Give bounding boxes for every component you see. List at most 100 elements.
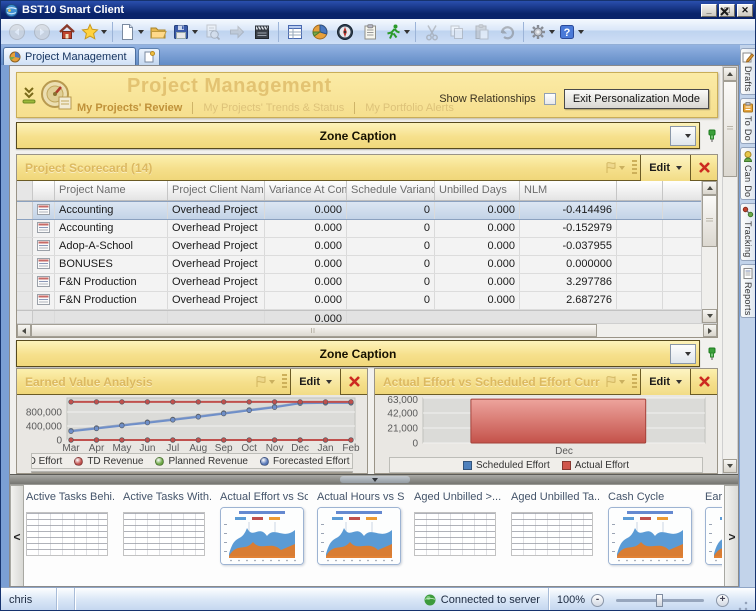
- flag-dropdown-icon[interactable]: [600, 161, 629, 174]
- pin-icon[interactable]: [704, 346, 719, 361]
- media-button[interactable]: [250, 20, 274, 44]
- gallery-item[interactable]: Active Tasks With...: [123, 491, 211, 587]
- run-button[interactable]: [383, 20, 411, 44]
- side-tab-reports[interactable]: Reports: [740, 264, 755, 319]
- earned-value-close-button[interactable]: [341, 369, 367, 395]
- new-tab-button[interactable]: [138, 48, 160, 65]
- chart-thumbnail[interactable]: [317, 507, 401, 565]
- notes-button[interactable]: [358, 20, 382, 44]
- scorecard-header[interactable]: Project Scorecard (14) Edit: [17, 155, 717, 181]
- settings-button[interactable]: [528, 20, 556, 44]
- chart-thumbnail[interactable]: [705, 507, 722, 565]
- chart-button[interactable]: [308, 20, 332, 44]
- table-row[interactable]: F&N ProductionOverhead Project0.00000.00…: [17, 274, 701, 292]
- subtab-my-projects-review[interactable]: My Projects' Review: [77, 102, 192, 114]
- column-header[interactable]: Unbilled Days: [435, 181, 520, 200]
- gallery-splitter[interactable]: [10, 474, 739, 484]
- table-thumbnail[interactable]: [414, 512, 496, 556]
- undo-icon: [498, 23, 516, 41]
- scorecard-vertical-scrollbar[interactable]: [701, 181, 717, 337]
- table-row[interactable]: AccountingOverhead Project0.00000.000-0.…: [17, 220, 701, 238]
- collapse-header-icon[interactable]: [22, 87, 36, 110]
- gallery-item[interactable]: Aged Unbilled Ta...: [511, 491, 599, 587]
- dashboard-vertical-scrollbar[interactable]: [722, 66, 738, 474]
- side-tab-drafts[interactable]: Drafts: [740, 48, 755, 95]
- compass-button[interactable]: [333, 20, 357, 44]
- svg-text:21,000: 21,000: [387, 424, 418, 435]
- project-row-icon: [37, 240, 50, 251]
- zoom-out-button[interactable]: -: [591, 594, 604, 607]
- subtab-my-projects-trends-status[interactable]: My Projects' Trends & Status: [192, 102, 354, 114]
- column-header[interactable]: NLM: [520, 181, 617, 200]
- earned-value-edit-button[interactable]: Edit: [290, 369, 341, 395]
- undo-button: [495, 20, 519, 44]
- gallery-item[interactable]: Actual Effort vs Sc...: [220, 491, 308, 587]
- pin-icon[interactable]: [704, 128, 719, 143]
- table-thumbnail[interactable]: [123, 512, 205, 556]
- window-title: BST10 Smart Client: [22, 4, 124, 16]
- scorecard-horizontal-scrollbar[interactable]: [17, 323, 717, 337]
- gallery-item[interactable]: Earned Value Ana...: [705, 491, 722, 587]
- new-document-icon: [118, 23, 136, 41]
- table-row[interactable]: Adop-A-SchoolOverhead Project0.00000.000…: [17, 238, 701, 256]
- title-bar[interactable]: BST10 Smart Client _ □ ✕: [1, 1, 756, 19]
- chart-thumbnail[interactable]: [220, 507, 304, 565]
- gallery-item[interactable]: Aged Unbilled >...: [414, 491, 502, 587]
- table-thumbnail[interactable]: [26, 512, 108, 556]
- splitter-collapse-handle[interactable]: [340, 476, 410, 483]
- flag-dropdown-icon[interactable]: [600, 375, 629, 388]
- table-row[interactable]: AccountingOverhead Project0.00000.000-0.…: [17, 201, 701, 220]
- zoom-in-button[interactable]: +: [716, 594, 729, 607]
- gallery-item[interactable]: Active Tasks Behi...: [26, 491, 114, 587]
- zoom-slider-thumb[interactable]: [656, 594, 663, 607]
- zone-dropdown-button[interactable]: [670, 126, 696, 146]
- exit-personalization-button[interactable]: Exit Personalization Mode: [564, 89, 709, 109]
- minimize-button[interactable]: _: [701, 4, 717, 17]
- column-header[interactable]: Project Name: [55, 181, 168, 200]
- help-button[interactable]: ?: [557, 20, 585, 44]
- gallery-item[interactable]: Cash Cycle: [608, 491, 696, 587]
- zone-caption-1[interactable]: Zone Caption: [16, 122, 700, 149]
- close-view-icon[interactable]: [719, 4, 731, 16]
- project-scorecard-panel: Project Scorecard (14) Edit Project Name…: [16, 154, 718, 338]
- scorecard-edit-button[interactable]: Edit: [640, 155, 691, 181]
- chart-thumbnail[interactable]: [608, 507, 692, 565]
- close-button[interactable]: ✕: [737, 4, 753, 17]
- zone-caption-2[interactable]: Zone Caption: [16, 340, 700, 367]
- side-tab-can-do[interactable]: Can Do: [740, 147, 755, 200]
- column-header[interactable]: Project Client Name: [168, 181, 265, 200]
- side-tab-to-do[interactable]: To Do: [740, 98, 755, 144]
- side-tab-tracking[interactable]: Tracking: [740, 203, 755, 261]
- zoom-level: 100%: [557, 594, 585, 606]
- grid-button[interactable]: [283, 20, 307, 44]
- drag-grip-icon[interactable]: [632, 374, 637, 390]
- legend-item: Scheduled Effort: [463, 460, 550, 471]
- earned-value-header[interactable]: Earned Value Analysis Edit: [17, 369, 367, 395]
- gallery-scroll-right-button[interactable]: >: [724, 485, 739, 587]
- scorecard-title: Project Scorecard (14): [25, 161, 600, 175]
- actual-effort-header[interactable]: Actual Effort vs Scheduled Effort Curren…: [375, 369, 717, 395]
- flag-dropdown-icon[interactable]: [250, 375, 279, 388]
- table-row[interactable]: BONUSESOverhead Project0.00000.0000.0000…: [17, 256, 701, 274]
- table-thumbnail[interactable]: [511, 512, 593, 556]
- new-document-button[interactable]: [117, 20, 145, 44]
- resize-grip[interactable]: [737, 600, 749, 611]
- actual-effort-edit-button[interactable]: Edit: [640, 369, 691, 395]
- drag-grip-icon[interactable]: [632, 160, 637, 176]
- show-relationships-checkbox[interactable]: [544, 93, 556, 105]
- column-header[interactable]: Schedule Variance: [347, 181, 435, 200]
- zone-dropdown-button[interactable]: [670, 344, 696, 364]
- gallery-scroll-left-button[interactable]: <: [10, 485, 24, 587]
- open-folder-button[interactable]: [146, 20, 170, 44]
- favorites-button[interactable]: [80, 20, 108, 44]
- actual-effort-close-button[interactable]: [691, 369, 717, 395]
- drag-grip-icon[interactable]: [282, 374, 287, 390]
- gallery-item[interactable]: Actual Hours vs S...: [317, 491, 405, 587]
- tab-project-management[interactable]: Project Management: [3, 47, 136, 65]
- column-header[interactable]: Variance At Compl...: [265, 181, 347, 200]
- home-button[interactable]: [55, 20, 79, 44]
- zoom-slider[interactable]: [616, 599, 704, 602]
- save-button[interactable]: [171, 20, 199, 44]
- scorecard-close-button[interactable]: [691, 155, 717, 181]
- table-row[interactable]: F&N ProductionOverhead Project0.00000.00…: [17, 292, 701, 310]
